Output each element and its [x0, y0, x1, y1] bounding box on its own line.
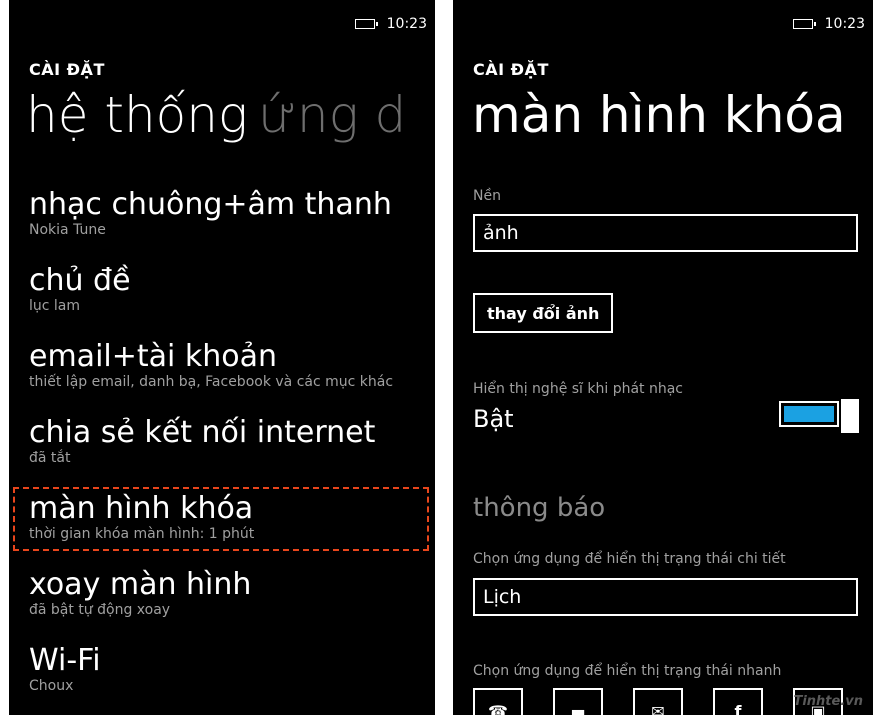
facebook-icon[interactable]: f	[713, 688, 763, 715]
pivot-header: hệ thống ứng d	[26, 86, 406, 144]
menu-item-wifi[interactable]: Wi-Fi Choux	[29, 643, 101, 695]
status-bar: 10:23	[354, 16, 427, 32]
phone-icon[interactable]: ☎	[473, 688, 523, 715]
menu-item-title: chia sẻ kết nối internet	[29, 415, 376, 450]
menu-item-email-accounts[interactable]: email+tài khoản thiết lập email, danh bạ…	[29, 339, 394, 391]
menu-item-title: xoay màn hình	[29, 567, 252, 602]
artist-toggle-label: Hiển thị nghệ sĩ khi phát nhạc	[473, 381, 684, 397]
settings-overline: CÀI ĐẶT	[473, 60, 549, 79]
menu-item-theme[interactable]: chủ đề lục lam	[29, 263, 131, 315]
mail-icon[interactable]: ✉	[633, 688, 683, 715]
background-label: Nền	[473, 188, 501, 204]
battery-icon	[792, 19, 816, 29]
toggle-thumb[interactable]	[841, 399, 859, 433]
toggle-fill	[784, 406, 834, 422]
menu-item-subtitle: đã tắt	[29, 450, 71, 466]
battery-icon	[354, 19, 378, 29]
menu-item-subtitle: lục lam	[29, 298, 81, 314]
menu-item-subtitle: thiết lập email, danh bạ, Facebook và cá…	[29, 374, 394, 390]
artist-toggle-switch[interactable]	[779, 399, 859, 433]
status-time: 10:23	[386, 16, 427, 32]
menu-item-title: màn hình khóa	[29, 491, 254, 526]
system-settings-screen: 10:23 CÀI ĐẶT hệ thống ứng d nhạc chuông+…	[9, 0, 435, 715]
menu-item-internet-sharing[interactable]: chia sẻ kết nối internet đã tắt	[29, 415, 376, 467]
background-select[interactable]: ảnh	[473, 214, 858, 252]
menu-item-title: nhạc chuông+âm thanh	[29, 187, 392, 222]
menu-item-ringtones[interactable]: nhạc chuông+âm thanh Nokia Tune	[29, 187, 392, 239]
detailed-status-select[interactable]: Lịch	[473, 578, 858, 616]
menu-item-lock-screen[interactable]: màn hình khóa thời gian khóa màn hình: 1…	[29, 491, 255, 543]
menu-item-rotation[interactable]: xoay màn hình đã bật tự động xoay	[29, 567, 252, 619]
menu-item-subtitle: đã bật tự động xoay	[29, 602, 171, 618]
menu-item-title: chủ đề	[29, 263, 131, 298]
menu-item-subtitle: Nokia Tune	[29, 222, 106, 238]
notifications-section-title: thông báo	[473, 493, 606, 523]
pivot-tab-system[interactable]: hệ thống	[26, 86, 248, 144]
page-title: màn hình khóa	[472, 86, 846, 144]
artist-toggle-value: Bật	[473, 405, 514, 433]
status-bar: 10:23	[792, 16, 865, 32]
lock-screen-settings: 10:23 CÀI ĐẶT màn hình khóa Nền ảnh thay…	[453, 0, 873, 715]
settings-overline: CÀI ĐẶT	[29, 60, 105, 79]
quick-status-label: Chọn ứng dụng để hiển thị trạng thái nha…	[473, 663, 782, 679]
menu-item-title: email+tài khoản	[29, 339, 278, 374]
toggle-track	[779, 401, 839, 427]
watermark-logo: Tinhte.vn	[793, 694, 863, 709]
detailed-status-label: Chọn ứng dụng để hiển thị trạng thái chi…	[473, 551, 786, 567]
menu-item-subtitle: Choux	[29, 678, 74, 694]
quick-status-icons: ☎ ▬ ✉ f ▣	[473, 688, 843, 715]
pivot-tab-apps[interactable]: ứng d	[258, 86, 406, 144]
status-time: 10:23	[824, 16, 865, 32]
menu-item-title: Wi-Fi	[29, 643, 101, 678]
change-photo-button[interactable]: thay đổi ảnh	[473, 293, 614, 333]
messaging-icon[interactable]: ▬	[553, 688, 603, 715]
menu-item-subtitle: thời gian khóa màn hình: 1 phút	[29, 526, 255, 542]
